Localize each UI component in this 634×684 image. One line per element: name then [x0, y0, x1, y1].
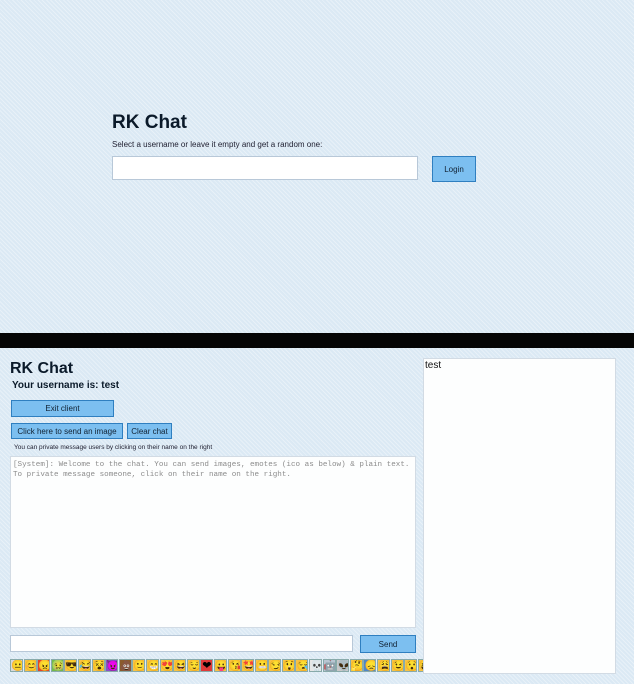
grimacing-face-icon[interactable]: 😬	[254, 659, 268, 672]
dizzy-face-icon[interactable]: 😵	[91, 659, 105, 672]
login-title: RK Chat	[112, 112, 187, 133]
exit-client-button[interactable]: Exit client	[11, 400, 114, 417]
login-button[interactable]: Login	[432, 156, 476, 182]
astonished-face-icon[interactable]: 😲	[281, 659, 295, 672]
user-list: test	[423, 358, 616, 674]
chat-title: RK Chat	[10, 360, 74, 377]
blush-face-icon[interactable]: 😌	[186, 659, 200, 672]
disappointed-face-icon[interactable]: 😞	[363, 659, 377, 672]
login-panel: RK Chat Select a username or leave it em…	[0, 0, 634, 333]
heart-icon[interactable]: ❤	[200, 659, 214, 672]
slight-smile-face-icon[interactable]: 🙂	[132, 659, 146, 672]
user-list-item[interactable]: test	[425, 360, 614, 371]
emote-bar: 😐😊😠🤢😎😂😵😈💩🙂😁😍😆😌❤😛😘🤩😬😏😲😪💀🤖👽🤔😞😩😉😯😝	[10, 659, 431, 675]
username-input[interactable]	[112, 156, 418, 180]
hushed-face-icon[interactable]: 😯	[404, 659, 418, 672]
message-input[interactable]	[10, 635, 353, 652]
login-hint: Select a username or leave it empty and …	[112, 140, 323, 149]
clear-chat-button[interactable]: Clear chat	[127, 423, 172, 439]
devil-face-icon[interactable]: 😈	[105, 659, 119, 672]
smirk-face-icon[interactable]: 😏	[268, 659, 282, 672]
robot-face-icon[interactable]: 🤖	[322, 659, 336, 672]
neutral-face-icon[interactable]: 😐	[10, 659, 23, 672]
alien-icon[interactable]: 👽	[336, 659, 350, 672]
private-message-hint: You can private message users by clickin…	[14, 444, 213, 451]
send-button[interactable]: Send	[360, 635, 416, 653]
panel-divider	[0, 333, 634, 348]
crying-laughing-face-icon[interactable]: 😂	[77, 659, 91, 672]
tongue-face-icon[interactable]: 😛	[213, 659, 227, 672]
weary-face-icon[interactable]: 😩	[377, 659, 391, 672]
chat-log[interactable]: [System]: Welcome to the chat. You can s…	[10, 456, 416, 628]
nauseated-face-icon[interactable]: 🤢	[50, 659, 64, 672]
skull-icon[interactable]: 💀	[309, 659, 323, 672]
angry-face-icon[interactable]: 😠	[37, 659, 51, 672]
laughing-face-icon[interactable]: 😆	[173, 659, 187, 672]
smiling-face-icon[interactable]: 😊	[23, 659, 37, 672]
grinning-face-icon[interactable]: 😁	[145, 659, 159, 672]
poop-icon[interactable]: 💩	[118, 659, 132, 672]
username-label: Your username is: test	[12, 380, 120, 391]
send-image-button[interactable]: Click here to send an image	[11, 423, 123, 439]
wink-face-icon[interactable]: 😉	[390, 659, 404, 672]
chat-panel: RK Chat Your username is: test Exit clie…	[0, 348, 634, 684]
sunglasses-face-icon[interactable]: 😎	[64, 659, 78, 672]
thinking-face-icon[interactable]: 🤔	[349, 659, 363, 672]
star-struck-face-icon[interactable]: 🤩	[241, 659, 255, 672]
kissing-face-icon[interactable]: 😘	[227, 659, 241, 672]
heart-eyes-face-icon[interactable]: 😍	[159, 659, 173, 672]
sleepy-face-icon[interactable]: 😪	[295, 659, 309, 672]
